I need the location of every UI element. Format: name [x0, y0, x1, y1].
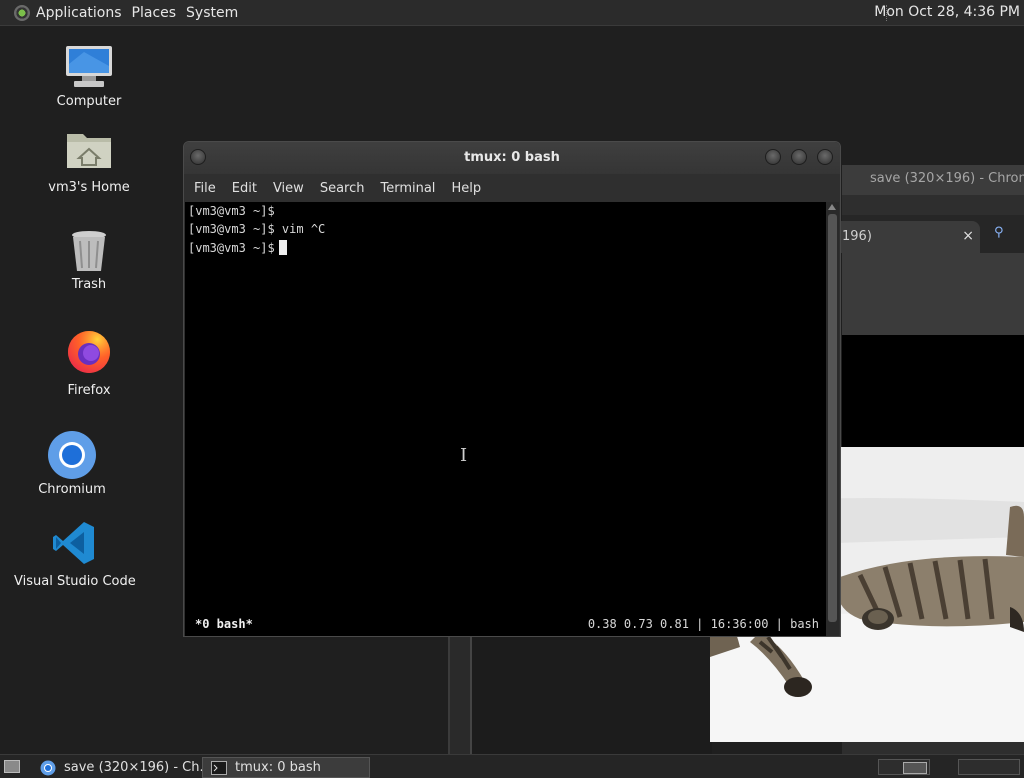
desktop-icon-computer[interactable]: Computer: [46, 44, 132, 109]
desktop-icon-chromium[interactable]: Chromium: [28, 430, 116, 497]
computer-icon: [66, 46, 112, 87]
scroll-up-icon[interactable]: [828, 204, 836, 210]
chromium-title[interactable]: save (320×196) - Chromium: [842, 165, 1024, 195]
terminal-line: [vm3@vm3 ~]$: [188, 204, 275, 218]
chromium-second-tab-icon[interactable]: ⚲: [994, 225, 1004, 240]
chromium-tab-label: 196): [842, 229, 872, 244]
terminal-prompt: [vm3@vm3 ~]$: [188, 241, 275, 255]
terminal-title: tmux: 0 bash: [464, 150, 560, 165]
scrollbar-thumb[interactable]: [828, 214, 837, 622]
menu-help[interactable]: Help: [451, 181, 481, 196]
terminal-line: [vm3@vm3 ~]$ vim ^C: [188, 222, 326, 236]
desktop-icon-label: Visual Studio Code: [14, 574, 136, 589]
background-window-content: [470, 636, 712, 754]
terminal-window[interactable]: tmux: 0 bash File Edit View Search Termi…: [183, 141, 841, 637]
desktop-icon-label: vm3's Home: [48, 180, 130, 195]
background-window: [448, 636, 712, 754]
terminal-line: [vm3@vm3 ~]$: [188, 240, 287, 255]
workspace-switcher-1[interactable]: [878, 759, 930, 775]
top-panel: Applications Places System Mon Oct 28, 4…: [0, 0, 1024, 26]
places-menu[interactable]: Places: [132, 5, 177, 21]
firefox-icon: [68, 331, 110, 373]
taskbar-task-label: save (320×196) - Ch...: [64, 760, 212, 775]
menu-search[interactable]: Search: [320, 181, 365, 196]
menu-file[interactable]: File: [194, 181, 216, 196]
tmux-status-bar: *0 bash* 0.38 0.73 0.81 | 16:36:00 | bas…: [185, 617, 827, 635]
ibeam-cursor-icon: I: [460, 445, 468, 466]
desktop-icon-label: Firefox: [67, 383, 111, 398]
trash-icon: [72, 231, 106, 271]
terminal-scrollbar[interactable]: [826, 202, 839, 636]
chromium-tab[interactable]: 196) ×: [832, 221, 980, 253]
terminal-titlebar[interactable]: tmux: 0 bash: [184, 142, 840, 174]
desktop-icon-label: Chromium: [38, 482, 106, 497]
maximize-icon[interactable]: [791, 149, 807, 165]
show-desktop-icon[interactable]: [4, 760, 20, 773]
tmux-status-right: 0.38 0.73 0.81 | 16:36:00 | bash: [587, 617, 819, 631]
desktop-icon-label: Computer: [56, 94, 122, 109]
system-menu[interactable]: System: [186, 5, 238, 21]
taskbar-task-chromium[interactable]: save (320×196) - Ch...: [32, 757, 212, 778]
applications-menu[interactable]: Applications: [10, 4, 122, 21]
taskbar-task-label: tmux: 0 bash: [235, 760, 321, 775]
workspace-switcher-2[interactable]: [958, 759, 1020, 775]
menu-edit[interactable]: Edit: [232, 181, 257, 196]
desktop-icon-trash[interactable]: Trash: [46, 229, 132, 292]
chromium-content: [842, 335, 1024, 447]
vscode-icon: [53, 522, 94, 564]
terminal-menubar: File Edit View Search Terminal Help: [184, 174, 840, 202]
menu-view[interactable]: View: [273, 181, 304, 196]
gnome-foot-icon: [14, 4, 30, 21]
tab-close-icon[interactable]: ×: [962, 228, 974, 244]
workspace-window-thumb: [903, 762, 927, 774]
bottom-taskbar: save (320×196) - Ch... tmux: 0 bash: [0, 754, 1024, 778]
chromium-icon: [40, 760, 56, 775]
panel-clock[interactable]: Mon Oct 28, 4:36 PM: [874, 4, 1020, 20]
minimize-icon[interactable]: [765, 149, 781, 165]
applications-menu-label: Applications: [36, 4, 122, 21]
terminal-screen[interactable]: [vm3@vm3 ~]$ [vm3@vm3 ~]$ vim ^C [vm3@vm…: [185, 202, 827, 636]
desktop-icon-home[interactable]: vm3's Home: [46, 128, 132, 195]
close-icon[interactable]: [817, 149, 833, 165]
desktop-icon-vscode[interactable]: Visual Studio Code: [14, 520, 136, 589]
chromium-tabstrip: 196) × ⚲: [832, 215, 1024, 253]
desktop-icon-firefox[interactable]: Firefox: [46, 327, 132, 398]
menu-terminal[interactable]: Terminal: [380, 181, 435, 196]
home-folder-icon: [67, 134, 111, 168]
chromium-toolbar: [842, 253, 1024, 335]
terminal-icon: [211, 760, 227, 775]
text-cursor: [278, 240, 287, 255]
taskbar-task-terminal[interactable]: tmux: 0 bash: [202, 757, 370, 778]
desktop-icon-label: Trash: [71, 277, 107, 292]
chromium-icon: [48, 431, 96, 479]
tmux-window-indicator: *0 bash*: [195, 617, 253, 631]
